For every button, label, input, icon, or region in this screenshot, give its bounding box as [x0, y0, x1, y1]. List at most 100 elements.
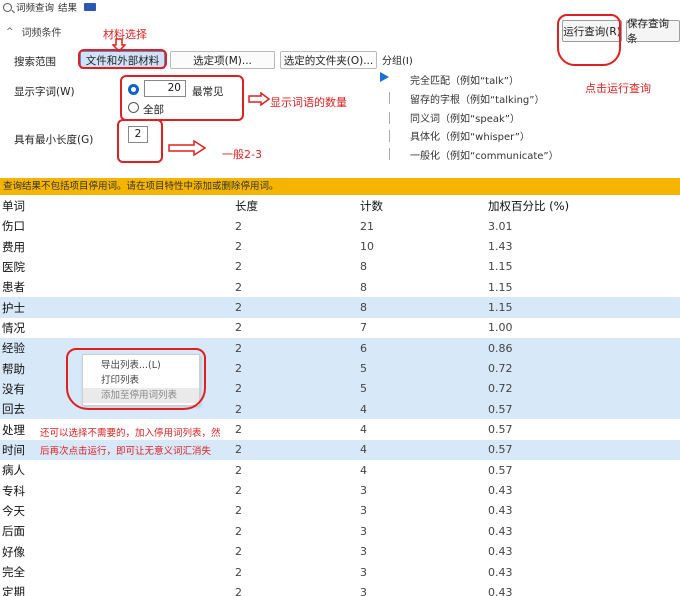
cell-word: 今天 [2, 503, 25, 518]
cell-length: 2 [235, 504, 242, 518]
cell-length: 2 [235, 382, 242, 396]
search-scope-label: 搜索范围 [14, 56, 56, 68]
table-row[interactable]: 情况 2 7 1.00 [0, 318, 680, 338]
cell-count: 3 [360, 565, 367, 579]
cell-count: 3 [360, 585, 367, 596]
cell-weighted-percent: 0.86 [488, 341, 513, 355]
cell-count: 5 [360, 382, 367, 396]
cell-count: 21 [360, 219, 374, 233]
annotation-run-query: 点击运行查询 [585, 82, 651, 95]
cell-length: 2 [235, 545, 242, 559]
cell-word: 完全 [2, 565, 25, 580]
cell-count: 4 [360, 463, 367, 477]
cell-weighted-percent: 3.01 [488, 219, 513, 233]
cell-length: 2 [235, 219, 242, 233]
cell-length: 2 [235, 463, 242, 477]
grouping-slider-arrow-icon[interactable] [380, 72, 389, 82]
cell-count: 7 [360, 321, 367, 335]
cell-count: 10 [360, 240, 374, 254]
cell-count: 5 [360, 362, 367, 376]
cell-count: 3 [360, 524, 367, 538]
cell-length: 2 [235, 240, 242, 254]
annotation-box-context-menu [66, 348, 206, 410]
table-row[interactable]: 医院 2 8 1.15 [0, 257, 680, 277]
cell-weighted-percent: 0.57 [488, 402, 513, 416]
grouping-stemmed[interactable]: 留存的字根（例如“talking”） [410, 91, 544, 106]
stopword-notice-bar: 查询结果不包括项目停用词。请在项目特性中添加或删除停用词。 [0, 178, 680, 195]
cell-word: 定期 [2, 585, 25, 596]
cell-word: 后面 [2, 524, 25, 539]
header-word[interactable]: 单词 [0, 198, 235, 214]
cell-weighted-percent: 0.57 [488, 443, 513, 457]
results-tab-icon[interactable] [84, 3, 97, 11]
cell-weighted-percent: 1.15 [488, 260, 513, 274]
cell-weighted-percent: 0.72 [488, 362, 513, 376]
cell-word: 好像 [2, 544, 25, 559]
cell-count: 4 [360, 423, 367, 437]
table-row[interactable]: 费用 2 10 1.43 [0, 236, 680, 256]
table-row[interactable]: 完全 2 3 0.43 [0, 562, 680, 582]
cell-weighted-percent: 0.57 [488, 463, 513, 477]
cell-count: 3 [360, 545, 367, 559]
cell-count: 8 [360, 260, 367, 274]
cell-length: 2 [235, 585, 242, 596]
table-row[interactable]: 专科 2 3 0.43 [0, 480, 680, 500]
cell-weighted-percent: 0.43 [488, 565, 513, 579]
cell-length: 2 [235, 443, 242, 457]
cell-weighted-percent: 0.72 [488, 382, 513, 396]
grouping-label: 分组(I) [382, 56, 413, 67]
grouping-synonyms[interactable]: 同义词（例如“speak”） [410, 110, 520, 125]
chevron-up-icon[interactable]: ^ [6, 27, 14, 37]
header-weighted-percent[interactable]: 加权百分比 (%) [488, 198, 680, 214]
tab-results[interactable]: 结果 [58, 0, 77, 14]
annotation-minlen-tip: 一般2-3 [222, 148, 262, 161]
cell-count: 8 [360, 280, 367, 294]
cell-word: 患者 [2, 280, 25, 295]
grouping-generalizations[interactable]: 一般化（例如“communicate”） [410, 147, 559, 162]
cell-weighted-percent: 1.00 [488, 321, 513, 335]
scope-selected-items-button[interactable]: 选定项(M)... [170, 51, 275, 69]
table-row[interactable]: 后面 2 3 0.43 [0, 521, 680, 541]
table-row[interactable]: 病人 2 4 0.57 [0, 460, 680, 480]
annotation-right-arrow-icon [168, 140, 206, 156]
table-row[interactable]: 今天 2 3 0.43 [0, 501, 680, 521]
cell-weighted-percent: 0.57 [488, 423, 513, 437]
header-length[interactable]: 长度 [235, 198, 360, 214]
cell-length: 2 [235, 402, 242, 416]
cell-length: 2 [235, 301, 242, 315]
table-row[interactable]: 定期 2 3 0.43 [0, 582, 680, 596]
scope-selected-folder-button[interactable]: 选定的文件夹(O)... [280, 51, 377, 69]
grouping-specializations[interactable]: 具体化（例如“whisper”） [410, 128, 530, 143]
display-words-label: 显示字词(W) [14, 86, 75, 98]
grouping-tick [389, 148, 390, 160]
save-query-button[interactable]: 保存查询条 [626, 18, 680, 45]
cell-count: 6 [360, 341, 367, 355]
cell-length: 2 [235, 280, 242, 294]
annotation-stopword-tip-2: 后再次点击运行，即可让无意义词汇消失 [40, 446, 212, 457]
cell-word: 护士 [2, 300, 25, 315]
cell-word: 专科 [2, 483, 25, 498]
table-row[interactable]: 护士 2 8 1.15 [0, 297, 680, 318]
criteria-header[interactable]: ^ 词频条件 [6, 24, 62, 40]
table-row[interactable]: 患者 2 8 1.15 [0, 277, 680, 297]
cell-count: 3 [360, 504, 367, 518]
cell-count: 3 [360, 484, 367, 498]
cell-word: 情况 [2, 320, 25, 335]
header-count[interactable]: 计数 [360, 198, 488, 214]
cell-word: 医院 [2, 259, 25, 274]
cell-weighted-percent: 0.43 [488, 545, 513, 559]
cell-length: 2 [235, 341, 242, 355]
cell-word: 伤口 [2, 219, 25, 234]
cell-length: 2 [235, 524, 242, 538]
cell-count: 4 [360, 402, 367, 416]
cell-length: 2 [235, 423, 242, 437]
section-title: 词频条件 [21, 28, 62, 39]
tab-word-frequency[interactable]: 词频查询 [16, 0, 54, 14]
annotation-display-count: 显示词语的数量 [270, 96, 347, 109]
cell-weighted-percent: 0.43 [488, 585, 513, 596]
cell-count: 8 [360, 301, 367, 315]
table-row[interactable]: 伤口 2 21 3.01 [0, 216, 680, 236]
grouping-exact-match[interactable]: 完全匹配（例如“talk”） [410, 72, 519, 87]
cell-weighted-percent: 1.43 [488, 240, 513, 254]
table-row[interactable]: 好像 2 3 0.43 [0, 542, 680, 562]
